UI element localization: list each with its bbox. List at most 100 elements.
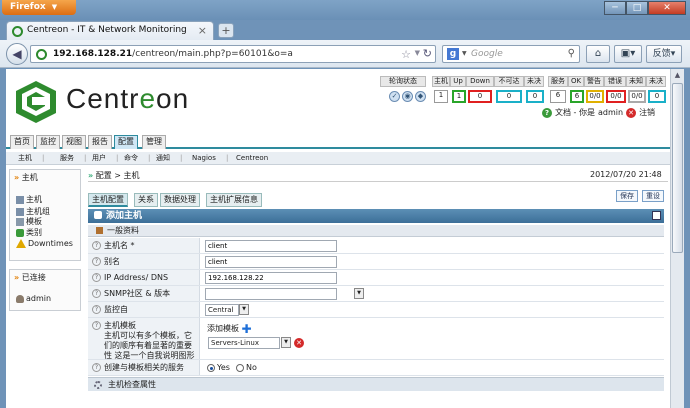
- help-icon[interactable]: ?: [92, 257, 101, 266]
- submenu-hosts[interactable]: 主机: [18, 152, 32, 165]
- firefox-menu-button[interactable]: Firefox ▼: [2, 0, 76, 15]
- sidebar-item-downtimes[interactable]: Downtimes: [16, 239, 73, 248]
- minimize-icon[interactable]: ─: [604, 1, 626, 15]
- hosts-unreachable-count[interactable]: 0: [496, 90, 522, 103]
- radio-no[interactable]: [236, 363, 244, 372]
- chevron-down-icon: ▼: [51, 3, 58, 11]
- monitored-from-select[interactable]: Central: [205, 304, 239, 316]
- create-services-label-cell: ? 创建与模板相关的服务: [88, 360, 200, 375]
- monitored-from-dropdown-icon[interactable]: ▼: [239, 304, 249, 315]
- page-scrollbar[interactable]: ▲: [670, 69, 684, 408]
- database-icon[interactable]: ◉: [402, 91, 413, 102]
- logout-link[interactable]: 注销: [639, 107, 655, 118]
- scroll-thumb[interactable]: [672, 83, 683, 253]
- host-name-input[interactable]: [205, 240, 337, 252]
- services-count[interactable]: 6: [550, 90, 566, 103]
- template-select[interactable]: Servers-Linux: [208, 337, 280, 349]
- help-icon[interactable]: ?: [542, 107, 552, 118]
- submenu-commands[interactable]: 命令: [124, 152, 138, 165]
- help-icon[interactable]: ?: [92, 241, 101, 250]
- expand-icon[interactable]: [652, 211, 661, 220]
- help-icon[interactable]: ?: [92, 305, 101, 314]
- menu-monitoring[interactable]: 监控: [36, 135, 60, 149]
- snmp-version-select[interactable]: ▼: [354, 288, 364, 299]
- services-warning-count[interactable]: 0/0: [586, 90, 604, 103]
- tab-data-processing[interactable]: 数据处理: [160, 193, 200, 207]
- services-ok-count[interactable]: 6: [570, 90, 584, 103]
- radio-yes[interactable]: [207, 363, 215, 372]
- sidebar-item-hosts[interactable]: 主机: [16, 194, 42, 205]
- submenu-centreon[interactable]: Centreon: [236, 152, 268, 165]
- form-title: 添加主机: [106, 211, 143, 221]
- add-template-link[interactable]: 添加模板 ✚: [207, 322, 252, 336]
- back-button[interactable]: ◀: [6, 43, 28, 65]
- close-tab-icon[interactable]: ×: [198, 24, 207, 37]
- tab-relations[interactable]: 关系: [134, 193, 158, 207]
- templates-help: 主机可以有多个模板，它们的顺序有着显著的重要性 这是一个自我说明图形: [104, 331, 195, 360]
- help-icon[interactable]: ?: [92, 273, 101, 282]
- menu-administration[interactable]: 管理: [142, 135, 166, 149]
- firefox-label: Firefox: [10, 2, 46, 12]
- feedback-button[interactable]: 反馈▾: [646, 45, 682, 63]
- services-pending-count[interactable]: 0: [648, 90, 666, 103]
- logout-icon[interactable]: ✕: [626, 107, 637, 118]
- menu-views[interactable]: 视图: [62, 135, 86, 149]
- alias-input[interactable]: [205, 256, 337, 268]
- search-bar[interactable]: g ▼ Google ⚲: [442, 45, 580, 63]
- server-group-icon: [16, 207, 24, 216]
- tab-extended-info[interactable]: 主机扩展信息: [206, 193, 262, 207]
- help-icon[interactable]: ?: [92, 289, 101, 298]
- sidebar-online-user[interactable]: admin: [16, 294, 51, 303]
- url-bar[interactable]: 192.168.128.21/centreon/main.php?p=60101…: [30, 45, 436, 63]
- submenu-notifications[interactable]: 通知: [156, 152, 170, 165]
- delete-template-icon[interactable]: ✕: [294, 338, 304, 348]
- site-identity-icon[interactable]: [36, 49, 47, 60]
- ip-address-input[interactable]: [205, 272, 337, 284]
- url-dropdown-icon[interactable]: ▼: [415, 49, 420, 57]
- submenu-services[interactable]: 服务: [60, 152, 74, 165]
- sidebar-item-label: 类别: [26, 228, 42, 237]
- hosts-pending-count[interactable]: 0: [526, 90, 544, 103]
- services-unknown-count[interactable]: 0/0: [628, 90, 646, 103]
- close-window-icon[interactable]: ✕: [648, 1, 686, 15]
- home-button[interactable]: ⌂: [586, 45, 610, 63]
- centreon-logo[interactable]: Centreon: [14, 77, 214, 127]
- submenu-users[interactable]: 用户: [92, 152, 106, 165]
- menu-home[interactable]: 首页: [10, 135, 34, 149]
- browser-tab-centreon[interactable]: Centreon - IT & Network Monitoring ×: [6, 21, 214, 40]
- menu-reporting[interactable]: 报告: [88, 135, 112, 149]
- breadcrumb-separator: >: [114, 171, 121, 180]
- google-engine-icon[interactable]: g: [447, 48, 459, 60]
- menu-configuration[interactable]: 配置: [114, 135, 138, 149]
- reset-button[interactable]: 重设: [642, 190, 664, 202]
- sidebar-item-categories[interactable]: 类别: [16, 227, 42, 238]
- reload-icon[interactable]: ↻: [423, 47, 432, 60]
- create-services-yes[interactable]: Yes: [207, 363, 230, 372]
- tab-host-config[interactable]: 主机配置: [88, 193, 128, 207]
- save-button[interactable]: 保存: [616, 190, 638, 202]
- services-critical-count[interactable]: 0/0: [606, 90, 626, 103]
- scroll-up-icon[interactable]: ▲: [671, 69, 684, 82]
- template-dropdown-icon[interactable]: ▼: [281, 337, 291, 348]
- new-tab-button[interactable]: +: [218, 23, 234, 38]
- breadcrumb-config[interactable]: 配置: [96, 171, 112, 180]
- hosts-up-count[interactable]: 1: [452, 90, 466, 103]
- docs-link[interactable]: 文档 - 你是: [555, 107, 595, 118]
- snmp-community-input[interactable]: [205, 288, 337, 300]
- addon-button[interactable]: ▣▾: [614, 45, 642, 63]
- help-icon[interactable]: ?: [92, 321, 101, 330]
- maximize-icon[interactable]: □: [626, 1, 648, 15]
- search-icon[interactable]: ⚲: [568, 48, 575, 59]
- latency-icon[interactable]: ◆: [415, 91, 426, 102]
- help-icon[interactable]: ?: [92, 363, 101, 372]
- bookmark-star-icon[interactable]: ☆: [401, 48, 411, 61]
- breadcrumb-hosts[interactable]: 主机: [124, 171, 140, 180]
- plus-icon[interactable]: ✚: [242, 322, 252, 336]
- submenu-nagios[interactable]: Nagios: [192, 152, 216, 165]
- sidebar-item-templates[interactable]: 模板: [16, 216, 42, 227]
- hosts-count[interactable]: 1: [434, 90, 448, 103]
- poller-ok-icon[interactable]: ✓: [389, 91, 400, 102]
- hosts-down-count[interactable]: 0: [468, 90, 492, 103]
- create-services-no[interactable]: No: [236, 363, 257, 372]
- engine-dropdown-icon[interactable]: ▼: [462, 50, 467, 57]
